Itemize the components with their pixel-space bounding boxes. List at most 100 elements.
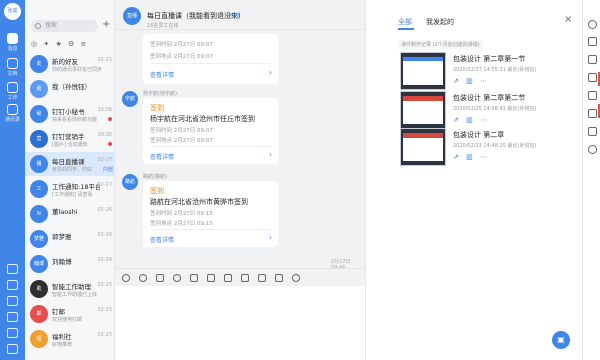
signin-card[interactable]: 签到 路航在河北省沧州市黄骅市签到 签到时间 2月27日 09:15 签到地点 … xyxy=(143,181,278,247)
sender-avatar[interactable]: 路航 xyxy=(122,174,138,190)
todo-icon[interactable] xyxy=(241,274,249,282)
video-thumbnail[interactable] xyxy=(400,91,446,129)
sidebar-item-work[interactable]: 工作 xyxy=(0,82,25,101)
list-item[interactable]: 营钉钉营销手 [图片] 活动通知 09:30 xyxy=(25,127,115,151)
avatar: N xyxy=(30,205,48,223)
mail-icon[interactable] xyxy=(7,328,18,338)
image-icon[interactable] xyxy=(588,91,597,100)
sticker-icon[interactable] xyxy=(139,274,147,282)
conversation-time: 15:08 xyxy=(97,107,112,113)
search-input[interactable]: 搜索 xyxy=(31,20,98,32)
conversation-name: 郭梦雅 xyxy=(52,233,72,241)
list-item[interactable]: N 董laoshi 02-26 xyxy=(25,202,115,226)
folder-icon[interactable] xyxy=(588,73,597,82)
stats-icon[interactable]: ▥ xyxy=(466,153,473,161)
todo-icon[interactable] xyxy=(7,280,18,290)
announcement-icon[interactable] xyxy=(588,55,597,64)
filter-list[interactable]: ≡ xyxy=(80,40,86,48)
sidebar-item-messages[interactable]: 消息 xyxy=(0,33,25,52)
more-icon[interactable]: ⋯ xyxy=(480,153,487,161)
search-icon xyxy=(35,23,41,29)
conversation-preview: [图片] 活动通知 xyxy=(52,142,88,148)
signin-card[interactable]: 签到时间 2月27日 09:07 签到地点 2月27日 09:07 查看详情 › xyxy=(143,34,278,84)
add-button[interactable]: + xyxy=(102,19,110,30)
input-toolbar xyxy=(115,268,365,286)
more-icon[interactable] xyxy=(7,344,18,354)
share-icon[interactable]: ⇗ xyxy=(453,77,459,85)
video-thumbnail[interactable] xyxy=(400,52,446,90)
filter-unread[interactable]: ✦ xyxy=(43,40,49,48)
message-input[interactable] xyxy=(115,286,365,360)
chat-avatar[interactable]: 直播 xyxy=(123,7,141,25)
stats-icon[interactable]: ▥ xyxy=(466,77,473,85)
filter-settings[interactable]: ⚙ xyxy=(68,40,74,48)
stats-icon[interactable]: ▥ xyxy=(466,116,473,124)
chat-panel: 直播 每日直播课（我能看到退没来） 内部 16名员工在线 签到时间 2月27日 … xyxy=(115,0,365,360)
avatar: 播 xyxy=(30,155,48,173)
list-item[interactable]: 秘钉钉小秘书 快来看看你的新功能 15:08 xyxy=(25,102,115,126)
chat-header: 直播 每日直播课（我能看到退没来） 内部 16名员工在线 xyxy=(115,0,365,30)
emoji-icon[interactable] xyxy=(122,274,130,282)
panel-hint: 课件制作记录 (2个月前创建的课程) xyxy=(398,40,483,49)
avatar: 翰博 xyxy=(30,255,48,273)
view-details-link[interactable]: 查看详情 xyxy=(150,70,174,79)
close-icon[interactable]: × xyxy=(564,14,572,25)
sidebar-item-contacts[interactable]: 通讯录 xyxy=(0,104,25,123)
calendar-icon[interactable] xyxy=(258,274,266,282)
more-icon[interactable] xyxy=(588,20,597,29)
settings-icon[interactable] xyxy=(588,145,597,154)
video-thumbnail[interactable] xyxy=(400,128,446,166)
phone-icon[interactable] xyxy=(7,312,18,322)
conversation-name: 新的好友 xyxy=(52,58,78,66)
conversation-time: 02-26 xyxy=(97,257,112,263)
share-icon[interactable]: ⇗ xyxy=(453,116,459,124)
flash-icon[interactable] xyxy=(224,274,232,282)
list-item[interactable]: 包装设计 第二章第一节 2020/02/27 14:55:31 最长(孙悦钰) … xyxy=(398,52,578,96)
todo-icon[interactable] xyxy=(588,109,597,118)
more-icon[interactable] xyxy=(292,274,300,282)
list-item[interactable]: 梦雅 郭梦雅 02-26 xyxy=(25,227,115,251)
list-item[interactable]: 工工作通知:18平台 [工作通知] 请查看 02-27 xyxy=(25,177,115,201)
video-icon[interactable] xyxy=(275,274,283,282)
image-icon[interactable] xyxy=(207,274,215,282)
scissors-icon[interactable] xyxy=(173,274,181,282)
filter-starred[interactable]: ★ xyxy=(55,40,61,48)
conversation-time: 02-25 xyxy=(97,332,112,338)
more-icon[interactable]: ⋯ xyxy=(480,77,487,85)
list-item[interactable]: 播每日直播课 亲爱的同学，你好 02-27 内部 xyxy=(25,152,115,176)
list-item[interactable]: 包装设计 第二章 2020/02/23 14:48:20 最长(孙悦钰) ⇗ ▥… xyxy=(398,128,578,172)
list-item[interactable]: 翰博 刘翰博 02-26 xyxy=(25,252,115,276)
view-details-link[interactable]: 查看详情 xyxy=(150,152,174,161)
signin-card[interactable]: 签到 杨宇航在河北省沧州市任丘市签到 签到时间 2月27日 09:07 签到地点… xyxy=(143,98,278,164)
more-icon[interactable]: ⋯ xyxy=(480,116,487,124)
folder-icon[interactable] xyxy=(190,274,198,282)
view-details-link[interactable]: 查看详情 xyxy=(150,235,174,244)
contacts-icon xyxy=(7,104,18,115)
user-avatar[interactable]: 张成 xyxy=(4,3,21,20)
new-live-button[interactable]: ▣ xyxy=(552,331,570,349)
ding-icon[interactable] xyxy=(7,296,18,306)
unread-dot xyxy=(108,117,112,121)
conversation-time: 09:30 xyxy=(97,132,112,138)
tab-all[interactable]: 全部 xyxy=(398,17,412,27)
avatar: 营 xyxy=(30,130,48,148)
conversation-name: 钉钉小秘书 xyxy=(52,108,85,116)
list-item[interactable]: 福福利社 好物推荐 02-25 xyxy=(25,327,115,351)
tab-mine[interactable]: 我发起的 xyxy=(426,17,454,27)
list-item[interactable]: 我我（孙悦钰） xyxy=(25,77,115,101)
list-item[interactable]: 邮钉邮 欢迎使用钉邮 02-25 xyxy=(25,302,115,326)
calendar-icon[interactable] xyxy=(7,264,18,274)
conversation-time: 02-26 xyxy=(97,232,112,238)
list-item[interactable]: 助智能工作助理 智能工作助理已上线 02-25 xyxy=(25,277,115,301)
sender-name: 路航(路航) xyxy=(143,174,167,180)
list-item[interactable]: 友新的好友 你的通讯录好友已同步 02-25 xyxy=(25,52,115,76)
at-icon[interactable] xyxy=(156,274,164,282)
sidebar-item-docs[interactable]: 文档 xyxy=(0,58,25,77)
live-icon[interactable] xyxy=(588,127,597,136)
sender-avatar[interactable]: 宇航 xyxy=(122,91,138,107)
share-icon[interactable]: ⇗ xyxy=(453,153,459,161)
filter-all[interactable]: ◎ xyxy=(31,40,37,48)
filter-bar: ◎ ✦ ★ ⚙ ≡ xyxy=(31,40,115,50)
add-member-icon[interactable] xyxy=(588,37,597,46)
sender-name: 杨宇航(杨宇航) xyxy=(143,91,177,97)
